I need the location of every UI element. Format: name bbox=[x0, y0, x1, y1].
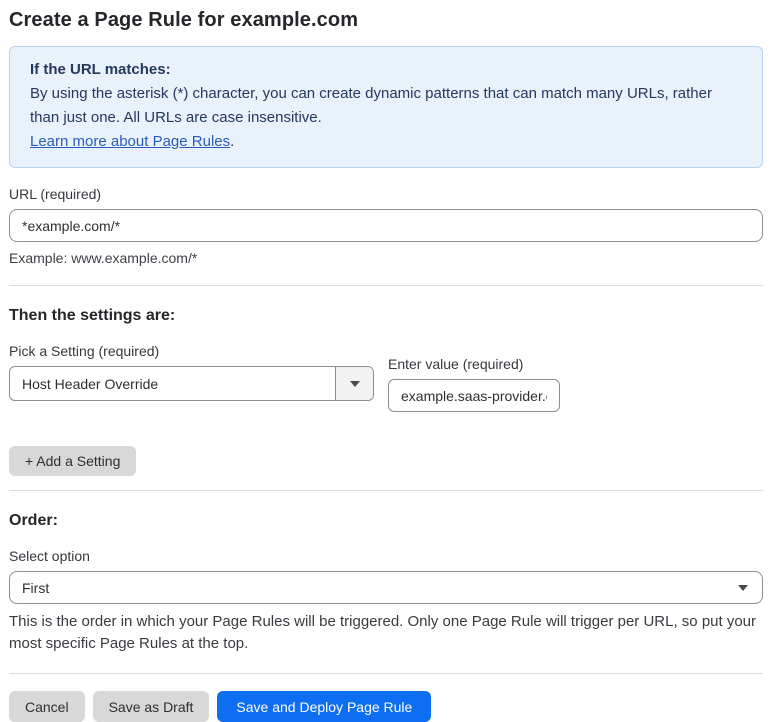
url-matches-info-box: If the URL matches: By using the asteris… bbox=[9, 46, 763, 168]
caret-down-icon bbox=[349, 380, 360, 387]
enter-value-label: Enter value (required) bbox=[388, 356, 524, 372]
add-setting-button[interactable]: + Add a Setting bbox=[9, 446, 137, 476]
caret-down-button[interactable] bbox=[335, 367, 373, 400]
footer-button-row: Cancel Save as Draft Save and Deploy Pag… bbox=[9, 691, 763, 722]
settings-heading: Then the settings are: bbox=[9, 307, 176, 324]
pick-setting-column: Pick a Setting (required) Host Header Ov… bbox=[9, 325, 374, 412]
url-label: URL (required) bbox=[9, 186, 102, 202]
pick-setting-select[interactable]: Host Header Override bbox=[9, 366, 374, 401]
select-option-label: Select option bbox=[9, 548, 90, 564]
enter-value-column: Enter value (required) bbox=[388, 338, 560, 412]
pick-setting-label: Pick a Setting (required) bbox=[9, 343, 160, 359]
create-page-rule-panel: Create a Page Rule for example.com If th… bbox=[0, 9, 772, 722]
enter-value-input[interactable] bbox=[388, 379, 560, 412]
link-suffix: . bbox=[230, 133, 235, 150]
divider bbox=[9, 673, 763, 674]
order-select[interactable]: First bbox=[9, 571, 763, 604]
order-help-text: This is the order in which your Page Rul… bbox=[9, 613, 757, 652]
info-box-body: By using the asterisk (*) character, you… bbox=[30, 85, 712, 126]
caret-down-icon bbox=[738, 584, 748, 591]
save-draft-button[interactable]: Save as Draft bbox=[92, 691, 210, 722]
divider bbox=[9, 490, 763, 491]
info-box-heading: If the URL matches: bbox=[30, 61, 171, 78]
divider bbox=[9, 285, 763, 286]
info-box-link-line: Learn more about Page Rules. bbox=[30, 130, 742, 154]
learn-more-link[interactable]: Learn more about Page Rules bbox=[30, 133, 230, 150]
pick-setting-selected-value: Host Header Override bbox=[22, 375, 159, 392]
setting-row: Pick a Setting (required) Host Header Ov… bbox=[9, 325, 763, 412]
cancel-button[interactable]: Cancel bbox=[9, 691, 85, 722]
order-selected-value: First bbox=[22, 579, 50, 596]
page-title: Create a Page Rule for example.com bbox=[9, 9, 359, 31]
url-example-text: Example: www.example.com/* bbox=[9, 250, 198, 266]
save-deploy-button[interactable]: Save and Deploy Page Rule bbox=[217, 691, 432, 722]
order-heading: Order: bbox=[9, 512, 58, 529]
url-input[interactable] bbox=[9, 209, 763, 242]
